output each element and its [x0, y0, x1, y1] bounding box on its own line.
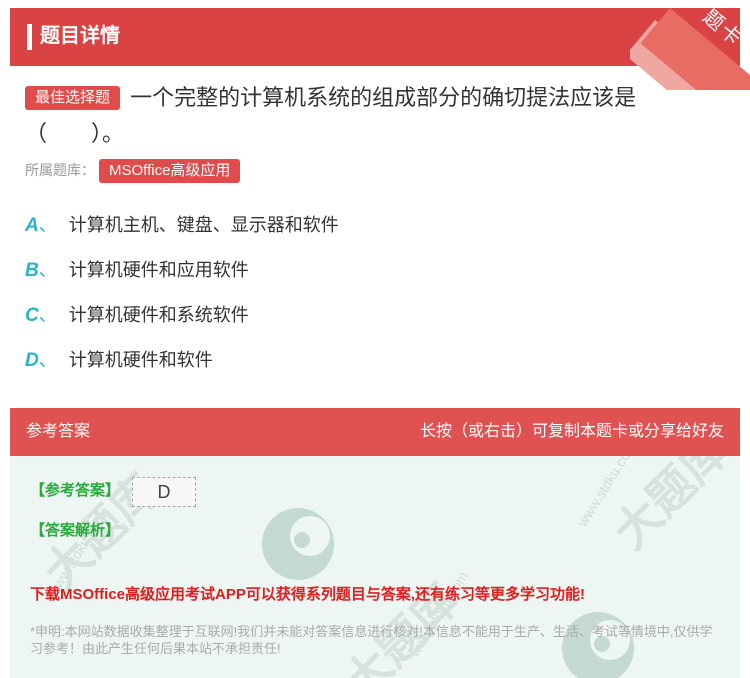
option-separator: 、 [38, 215, 57, 235]
download-app-link[interactable]: 下载MSOffice高级应用考试APP可以获得系列题目与答案,还有练习等更多学习… [30, 584, 585, 606]
question-type-tag: 最佳选择题 [25, 86, 121, 110]
disclaimer-text: *申明:本网站数据收集整理于互联网!我们并未能对答案信息进行核对!本信息不能用于… [30, 624, 713, 656]
option-text: 计算机硬件和系统软件 [68, 305, 249, 325]
option-letter: D [25, 350, 39, 371]
option-separator: 、 [38, 350, 57, 370]
option-d[interactable]: D、 计算机硬件和软件 [25, 346, 213, 375]
option-b[interactable]: B、 计算机硬件和应用软件 [25, 256, 249, 285]
question-bank: 所属题库： MSOffice高级应用 [25, 158, 241, 183]
reference-answer-value: D [132, 477, 196, 507]
option-letter: A [25, 215, 39, 236]
option-c[interactable]: C、 计算机硬件和系统软件 [25, 301, 249, 330]
copy-share-hint[interactable]: 长按（或右击）可复制本题卡或分享给好友 [420, 408, 724, 456]
option-letter: C [25, 305, 39, 326]
option-a[interactable]: A、 计算机主机、键盘、显示器和软件 [25, 211, 339, 240]
answer-bar-title: 参考答案 [26, 423, 91, 440]
option-separator: 、 [38, 260, 57, 280]
header-accent-bar [27, 24, 32, 50]
answer-bar: 参考答案 长按（或右击）可复制本题卡或分享给好友 [10, 408, 740, 456]
question-bank-tag[interactable]: MSOffice高级应用 [99, 159, 241, 183]
reference-answer-label: 【参考答案】 [30, 482, 121, 499]
option-text: 计算机硬件和软件 [68, 350, 213, 370]
question-bank-label: 所属题库： [25, 162, 95, 178]
option-text: 计算机硬件和应用软件 [68, 260, 249, 280]
option-letter: B [25, 260, 39, 281]
option-separator: 、 [38, 305, 57, 325]
page-title: 题目详情 [40, 25, 120, 47]
corner-badge: 题卡 [630, 0, 750, 90]
option-text: 计算机主机、键盘、显示器和软件 [68, 215, 339, 235]
question-stem: 最佳选择题 一个完整的计算机系统的组成部分的确切提法应该是（ ）。 [25, 80, 730, 152]
watermark-logo-icon [262, 508, 334, 580]
answer-analysis-label: 【答案解析】 [30, 522, 121, 539]
